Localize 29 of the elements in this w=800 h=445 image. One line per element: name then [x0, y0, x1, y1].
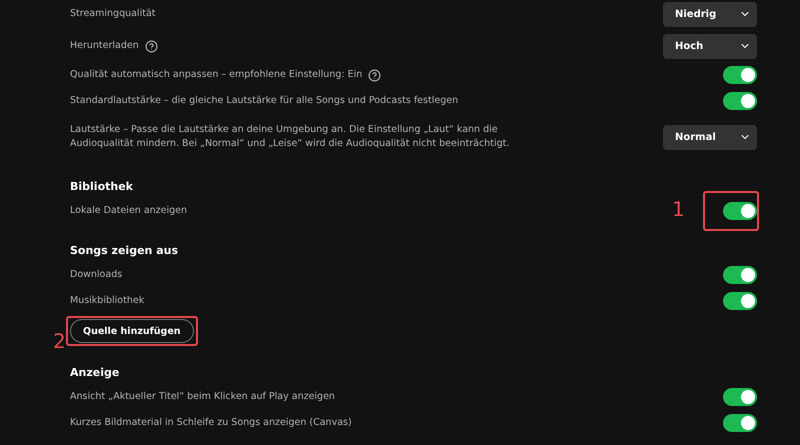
section-heading: Songs zeigen aus: [70, 242, 179, 258]
toggle-switch[interactable]: [723, 292, 757, 310]
toggle-switch[interactable]: [723, 388, 757, 406]
setting-label: Lautstärke – Passe die Lautstärke an deine Umgebung an. Die Einstellung „Laut“ kann die Audioqualität mindern. Bei „Normal“ und „Leise“ wird die Audioqualität nicht beeinträchtigt.: [70, 123, 510, 151]
setting-label: Qualität automatisch anpassen – empfohlene Einstellung: Ein: [70, 68, 362, 82]
annotation-number: 1: [672, 197, 685, 221]
setting-label: Kurzes Bildmaterial in Schleife zu Songs anzeigen (Canvas): [70, 416, 352, 430]
setting-label: Standardlautstärke – die gleiche Lautstärke für alle Songs und Podcasts festlegen: [70, 94, 458, 108]
toggle-switch[interactable]: [723, 202, 757, 220]
add-source-button[interactable]: Quelle hinzufügen: [70, 319, 194, 343]
help-icon[interactable]: [368, 68, 382, 82]
dropdown[interactable]: Normal: [663, 124, 757, 150]
setting-label: Downloads: [70, 268, 122, 282]
dropdown[interactable]: Hoch: [663, 34, 757, 58]
toggle-switch[interactable]: [723, 266, 757, 284]
annotation-frame: [703, 191, 759, 231]
setting-label: Ansicht „Aktueller Titel“ beim Klicken auf Play anzeigen: [70, 390, 335, 404]
toggle-switch[interactable]: [723, 66, 757, 84]
section-heading: Bibliothek: [70, 178, 134, 194]
setting-label: Streamingqualität: [70, 7, 156, 21]
toggle-switch[interactable]: [723, 92, 757, 110]
dropdown[interactable]: Niedrig: [663, 2, 757, 26]
toggle-switch[interactable]: [723, 414, 757, 432]
help-icon[interactable]: [144, 40, 158, 52]
section-heading: Anzeige: [70, 364, 120, 380]
setting-label: Herunterladen: [70, 39, 139, 53]
annotation-number: 2: [53, 329, 66, 353]
setting-label: Musikbibliothek: [70, 294, 144, 308]
setting-label: Lokale Dateien anzeigen: [70, 204, 188, 218]
